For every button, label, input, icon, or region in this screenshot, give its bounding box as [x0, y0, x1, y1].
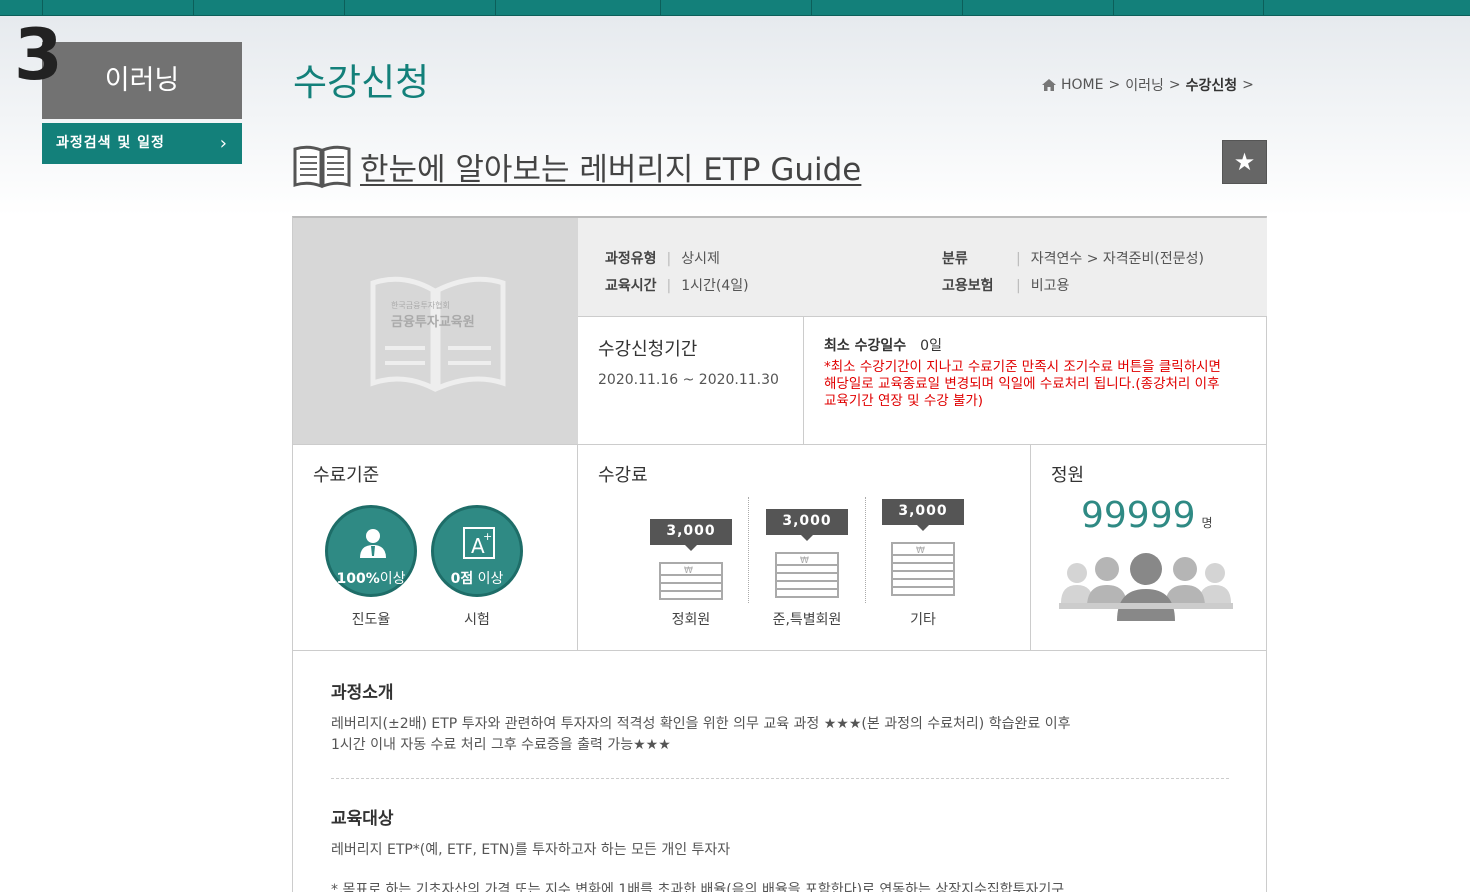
capacity: 정원 99999 명	[1031, 445, 1267, 650]
breadcrumb-separator: >	[1242, 77, 1254, 93]
nav-item-5[interactable]	[660, 0, 811, 16]
course-intro-text: 레버리지(±2배) ETP 투자와 관련하여 투자자의 적격성 확인을 위한 의…	[331, 716, 1071, 732]
fee-label: 정회원	[671, 612, 711, 628]
nav-item-8[interactable]	[1113, 0, 1264, 16]
minimum-days-value: 0일	[920, 338, 942, 354]
nav-item-7[interactable]	[962, 0, 1113, 16]
breadcrumb-elearning[interactable]: 이러닝	[1125, 75, 1164, 95]
progress-value: 100%	[336, 571, 380, 587]
course-thumbnail: 한국금융투자협회 금융투자교육원	[293, 218, 578, 444]
open-book-icon	[293, 145, 351, 189]
early-completion-note: *최소 수강기간이 지나고 수료기준 만족시 조기수료 버튼을 클릭하시면 해당…	[824, 359, 1221, 409]
thumbnail-book-logo: 한국금융투자협회 금융투자교육원	[370, 276, 506, 393]
course-type-value: 상시제	[681, 251, 720, 267]
tuition-fee: 수강료 3,000 ₩ 정회원 3,000 ₩ 준,특별회원 3,000 ₩ 기…	[578, 445, 1031, 650]
course-info-panel: 과정유형 | 상시제 교육시간 | 1시간(4일) 분류 | 자격연수 > 자격준비(전문성…	[578, 218, 1267, 317]
home-icon	[1042, 79, 1056, 91]
svg-text:₩: ₩	[684, 566, 693, 576]
education-target-note: * 목표로 하는 기초자산의 가격 또는 지수 변화에 1배를 초과한 배율(음…	[331, 882, 1065, 892]
exam-value: 0점	[450, 571, 474, 587]
registration-period: 수강신청기간 2020.11.16 ~ 2020.11.30	[578, 317, 804, 444]
capacity-unit: 명	[1201, 516, 1213, 530]
nav-item-6[interactable]	[811, 0, 962, 16]
fee-associate-member: 3,000 ₩ 준,특별회원	[749, 509, 865, 629]
course-title[interactable]: 한눈에 알아보는 레버리지 ETP Guide	[360, 144, 861, 189]
nav-item-4[interactable]	[495, 0, 660, 16]
svg-text:₩: ₩	[916, 546, 925, 556]
exam-label: 시험	[464, 612, 490, 628]
tuition-fee-label: 수강료	[598, 465, 648, 486]
money-stack-icon: ₩	[659, 562, 723, 600]
education-target-text: 레버리지 ETP*(예, ETF, ETN)를 투자하고자 하는 모든 개인 투…	[331, 842, 731, 858]
svg-text:+: +	[483, 530, 492, 543]
sidebar-item-course-search[interactable]: 과정검색 및 일정 ›	[42, 123, 242, 164]
svg-text:금융투자교육원: 금융투자교육원	[391, 314, 475, 330]
sidebar-title: 이러닝	[42, 42, 242, 119]
breadcrumb-current: 수강신청	[1185, 78, 1238, 94]
person-icon	[360, 529, 386, 558]
step-number: 3	[14, 14, 63, 96]
chevron-right-icon: ›	[219, 133, 228, 154]
education-target: 교육대상 레버리지 ETP*(예, ETF, ETN)를 투자하고자 하는 모든…	[331, 804, 1064, 892]
education-target-label: 교육대상	[331, 809, 394, 829]
fee-regular-member: 3,000 ₩ 정회원	[633, 519, 749, 629]
course-title-row: 한눈에 알아보는 레버리지 ETP Guide	[292, 143, 861, 189]
breadcrumb-separator: >	[1168, 77, 1181, 93]
exam-badge: A + 0점 이상	[431, 505, 523, 597]
course-type-label: 과정유형	[605, 251, 657, 267]
people-group-icon	[1059, 553, 1233, 621]
svg-text:한국금융투자협회: 한국금융투자협회	[391, 300, 450, 310]
nav-item-3[interactable]	[344, 0, 495, 16]
breadcrumb-home[interactable]: HOME	[1061, 77, 1103, 93]
capacity-label: 정원	[1051, 465, 1085, 486]
fee-other: 3,000 ₩ 기타	[865, 499, 981, 629]
insurance-value: 비고용	[1030, 278, 1070, 294]
section-divider	[331, 778, 1229, 779]
breadcrumb: HOME > 이러닝 > 수강신청 >	[1042, 75, 1254, 95]
exam-grade-icon: A +	[463, 527, 495, 559]
course-hours-label: 교육시간	[605, 278, 657, 294]
category-label: 분류	[942, 251, 968, 267]
fee-amount: 3,000	[766, 509, 848, 541]
star-icon: ★	[1233, 148, 1256, 176]
favorite-button[interactable]: ★	[1222, 140, 1267, 184]
svg-text:₩: ₩	[800, 556, 809, 566]
nav-item-2[interactable]	[193, 0, 344, 16]
nav-item-1[interactable]	[42, 0, 193, 16]
fee-label: 기타	[910, 612, 936, 628]
progress-badge: 100%이상	[325, 505, 417, 597]
minimum-days: 최소 수강일수 0일 *최소 수강기간이 지나고 수료기준 만족시 조기수료 버튼…	[804, 317, 1267, 444]
minimum-days-label: 최소 수강일수	[824, 338, 907, 354]
sidebar-item-label: 과정검색 및 일정	[56, 135, 165, 151]
top-navigation	[0, 0, 1470, 16]
registration-period-label: 수강신청기간	[598, 339, 698, 360]
capacity-value-row: 99999 명	[1081, 495, 1213, 536]
money-stack-icon: ₩	[775, 552, 839, 598]
fee-label: 준,특별회원	[772, 612, 842, 628]
fee-amount: 3,000	[882, 499, 964, 531]
course-intro-label: 과정소개	[331, 683, 394, 703]
course-intro: 과정소개 레버리지(±2배) ETP 투자와 관련하여 투자자의 적격성 확인을…	[331, 678, 1070, 756]
registration-period-value: 2020.11.16 ~ 2020.11.30	[598, 372, 779, 388]
course-hours-value: 1시간(4일)	[681, 278, 749, 294]
breadcrumb-separator: >	[1108, 77, 1121, 93]
money-stack-icon: ₩	[891, 542, 955, 596]
criteria-row: 수료기준 100%이상 진도율 A + 0점 이상 시험 수강료 3,000 ₩…	[293, 444, 1267, 651]
category-value: 자격연수 > 자격준비(전문성)	[1030, 251, 1204, 267]
page-title: 수강신청	[293, 61, 430, 104]
insurance-label: 고용보험	[942, 278, 994, 294]
course-intro-text: 1시간 이내 자동 수료 처리 그후 수료증을 출력 가능★★★	[331, 737, 671, 753]
course-detail-box: 한국금융투자협회 금융투자교육원 과정유형 | 상시제 교육시간 | 1시간(4일) 분…	[292, 216, 1267, 892]
progress-label: 진도율	[351, 612, 391, 628]
capacity-value: 99999	[1081, 495, 1196, 536]
completion-criteria-label: 수료기준	[313, 465, 380, 486]
completion-criteria: 수료기준 100%이상 진도율 A + 0점 이상 시험	[293, 445, 578, 650]
fee-amount: 3,000	[650, 519, 732, 551]
